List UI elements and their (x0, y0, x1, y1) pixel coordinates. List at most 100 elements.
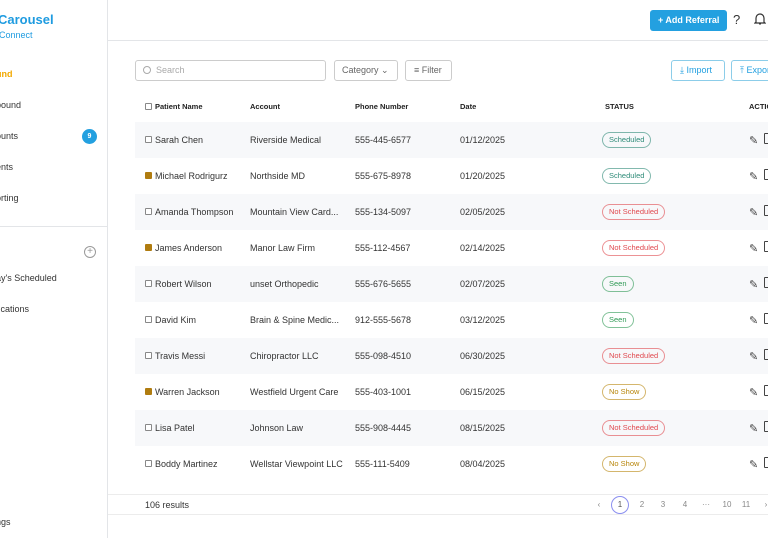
filter-button[interactable]: ≡ Filter (405, 60, 452, 81)
date: 02/05/2025 (460, 207, 506, 217)
row-checkbox[interactable] (145, 244, 152, 251)
sidebar-item-patients[interactable]: ents (0, 162, 13, 172)
brand-title: Carousel (0, 12, 54, 27)
edit-icon[interactable]: ✎ (749, 350, 758, 363)
table-row[interactable]: David Kim Brain & Spine Medic... 912-555… (135, 302, 768, 338)
trash-icon[interactable] (764, 133, 768, 144)
help-icon[interactable]: ? (733, 12, 740, 27)
patient-name[interactable]: Michael Rodrigurz (155, 171, 228, 181)
edit-icon[interactable]: ✎ (749, 134, 758, 147)
table-row[interactable]: Lisa Patel Johnson Law 555-908-4445 08/1… (135, 410, 768, 446)
table-row[interactable]: Travis Messi Chiropractor LLC 555-098-45… (135, 338, 768, 374)
table-row[interactable]: Robert Wilson unset Orthopedic 555-676-5… (135, 266, 768, 302)
select-all-checkbox[interactable] (145, 103, 152, 110)
table-row[interactable]: Sarah Chen Riverside Medical 555-445-657… (135, 122, 768, 158)
row-checkbox[interactable] (145, 208, 152, 215)
edit-icon[interactable]: ✎ (749, 206, 758, 219)
page-button[interactable]: 10 (718, 497, 736, 513)
header-account[interactable]: Account (250, 102, 280, 111)
patient-name[interactable]: Travis Messi (155, 351, 205, 361)
header-date[interactable]: Date (460, 102, 476, 111)
page-button[interactable]: 1 (611, 496, 629, 514)
add-circle-icon[interactable]: + (84, 246, 96, 258)
category-dropdown[interactable]: Category ⌄ (334, 60, 398, 81)
account: unset Orthopedic (250, 279, 319, 289)
accounts-badge: 9 (82, 129, 97, 144)
date: 06/30/2025 (460, 351, 506, 361)
patient-name[interactable]: Sarah Chen (155, 135, 203, 145)
edit-icon[interactable]: ✎ (749, 242, 758, 255)
sidebar-item-accounts[interactable]: ounts (0, 131, 18, 141)
trash-icon[interactable] (764, 241, 768, 252)
edit-icon[interactable]: ✎ (749, 386, 758, 399)
patient-name[interactable]: Warren Jackson (155, 387, 220, 397)
page-button[interactable]: 3 (654, 497, 672, 513)
trash-icon[interactable] (764, 385, 768, 396)
page-button[interactable]: 2 (633, 497, 651, 513)
table-row[interactable]: Boddy Martinez Wellstar Viewpoint LLC 55… (135, 446, 768, 482)
patient-name[interactable]: David Kim (155, 315, 196, 325)
patient-name[interactable]: Robert Wilson (155, 279, 212, 289)
header-status: STATUS (605, 102, 634, 111)
account: Chiropractor LLC (250, 351, 319, 361)
phone-number: 555-908-4445 (355, 423, 412, 433)
sidebar-item-outbound[interactable]: bound (0, 100, 21, 110)
prev-page-button[interactable]: ‹ (590, 497, 608, 513)
phone-number: 555-098-4510 (355, 351, 412, 361)
edit-icon[interactable]: ✎ (749, 458, 758, 471)
edit-icon[interactable]: ✎ (749, 314, 758, 327)
status-badge: No Show (602, 456, 647, 472)
sidebar-item-reporting[interactable]: orting (0, 193, 19, 203)
patient-name[interactable]: Lisa Patel (155, 423, 195, 433)
trash-icon[interactable] (764, 169, 768, 180)
edit-icon[interactable]: ✎ (749, 278, 758, 291)
sidebar-item-notifications[interactable]: fications (0, 304, 29, 314)
trash-icon[interactable] (764, 313, 768, 324)
page-button[interactable]: 4 (676, 497, 694, 513)
edit-icon[interactable]: ✎ (749, 170, 758, 183)
table-row[interactable]: Warren Jackson Westfield Urgent Care 555… (135, 374, 768, 410)
sidebar-item-todays-scheduled[interactable]: ay's Scheduled (0, 273, 57, 283)
date: 01/12/2025 (460, 135, 506, 145)
row-checkbox[interactable] (145, 424, 152, 431)
sidebar-item-inbound[interactable]: und (0, 69, 13, 79)
row-checkbox[interactable] (145, 352, 152, 359)
header-phone[interactable]: Phone Number (355, 102, 408, 111)
patient-name[interactable]: James Anderson (155, 243, 222, 253)
patient-name[interactable]: Amanda Thompson (155, 207, 233, 217)
row-checkbox[interactable] (145, 316, 152, 323)
row-checkbox[interactable] (145, 280, 152, 287)
import-button[interactable]: ⤓ Import (671, 60, 725, 81)
trash-icon[interactable] (764, 349, 768, 360)
trash-icon[interactable] (764, 277, 768, 288)
patient-name[interactable]: Boddy Martinez (155, 459, 218, 469)
table-row[interactable]: Michael Rodrigurz Northside MD 555-675-8… (135, 158, 768, 194)
bell-icon[interactable] (754, 12, 766, 25)
account: Manor Law Firm (250, 243, 316, 253)
export-button[interactable]: ⤒ Export (731, 60, 768, 81)
next-page-button[interactable]: › (757, 497, 768, 513)
status-badge: Not Scheduled (602, 420, 666, 436)
row-checkbox[interactable] (145, 388, 152, 395)
trash-icon[interactable] (764, 205, 768, 216)
page-button[interactable]: 11 (737, 497, 755, 513)
trash-icon[interactable] (764, 421, 768, 432)
phone-number: 555-134-5097 (355, 207, 412, 217)
chevron-down-icon: ⌄ (381, 65, 389, 75)
sidebar-item-settings[interactable]: ngs (0, 517, 11, 527)
header-patient-name[interactable]: Patient Name (155, 102, 203, 111)
search-input[interactable]: Search (135, 60, 326, 81)
row-checkbox[interactable] (145, 460, 152, 467)
upload-icon: ⤒ (740, 65, 744, 75)
edit-icon[interactable]: ✎ (749, 422, 758, 435)
row-checkbox[interactable] (145, 172, 152, 179)
trash-icon[interactable] (764, 457, 768, 468)
table-row[interactable]: James Anderson Manor Law Firm 555-112-45… (135, 230, 768, 266)
table-row[interactable]: Amanda Thompson Mountain View Card... 55… (135, 194, 768, 230)
sidebar-divider (0, 226, 107, 227)
account: Riverside Medical (250, 135, 322, 145)
phone-number: 912-555-5678 (355, 315, 412, 325)
add-referral-button[interactable]: + Add Referral (650, 10, 727, 31)
row-checkbox[interactable] (145, 136, 152, 143)
date: 02/07/2025 (460, 279, 506, 289)
